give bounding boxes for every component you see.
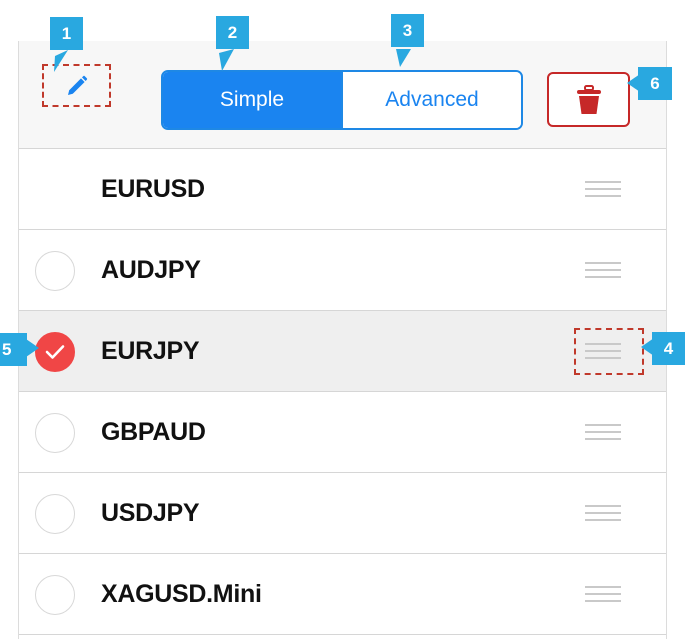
select-radio[interactable] <box>35 413 75 453</box>
symbol-name: AUDJPY <box>101 256 201 284</box>
select-radio[interactable] <box>35 494 75 534</box>
drag-handle-highlight <box>574 328 644 375</box>
symbol-row[interactable]: AUDJPY <box>19 230 666 311</box>
callout-6: 6 <box>638 67 672 100</box>
select-radio[interactable] <box>35 251 75 291</box>
drag-handle-icon[interactable] <box>585 505 621 522</box>
symbol-name: XAGUSD.Mini <box>101 580 262 608</box>
toolbar: Simple Advanced <box>19 41 666 149</box>
symbol-row-selected[interactable]: EURJPY <box>19 311 666 392</box>
callout-4: 4 <box>652 332 685 365</box>
drag-handle-icon[interactable] <box>585 262 621 279</box>
callout-2: 2 <box>216 16 249 49</box>
symbol-name: EURJPY <box>101 337 200 365</box>
callout-1: 1 <box>50 17 83 50</box>
view-mode-segmented-control: Simple Advanced <box>161 70 523 130</box>
segment-advanced[interactable]: Advanced <box>341 72 521 128</box>
callout-3-arrow <box>396 49 411 67</box>
delete-button[interactable] <box>547 72 630 127</box>
symbol-row[interactable]: GBPAUD <box>19 392 666 473</box>
select-radio[interactable] <box>35 575 75 615</box>
drag-handle-icon[interactable] <box>585 586 621 603</box>
symbol-name: EURUSD <box>101 175 205 203</box>
symbol-row[interactable]: XAGUSD.Mini <box>19 554 666 635</box>
symbol-name: USDJPY <box>101 499 200 527</box>
trash-icon <box>576 84 601 114</box>
drag-handle-icon[interactable] <box>585 181 621 198</box>
drag-handle-icon[interactable] <box>585 424 621 441</box>
segment-simple[interactable]: Simple <box>163 72 341 128</box>
symbol-row[interactable]: USDJPY <box>19 473 666 554</box>
symbols-edit-panel: Simple Advanced EURUSD AUDJPY EURJPY GBP… <box>18 41 667 639</box>
pencil-icon <box>67 75 87 95</box>
callout-2-arrow <box>219 49 234 71</box>
symbol-row[interactable]: EURUSD <box>19 149 666 230</box>
callout-5-arrow <box>26 339 39 357</box>
callout-1-arrow <box>54 50 68 72</box>
check-icon <box>45 345 65 359</box>
symbol-name: GBPAUD <box>101 418 206 446</box>
select-radio-checked[interactable] <box>35 332 75 372</box>
callout-3: 3 <box>391 14 424 47</box>
callout-5: 5 <box>0 333 27 366</box>
symbol-list: EURUSD AUDJPY EURJPY GBPAUD USDJPY XAGUS… <box>19 149 666 635</box>
